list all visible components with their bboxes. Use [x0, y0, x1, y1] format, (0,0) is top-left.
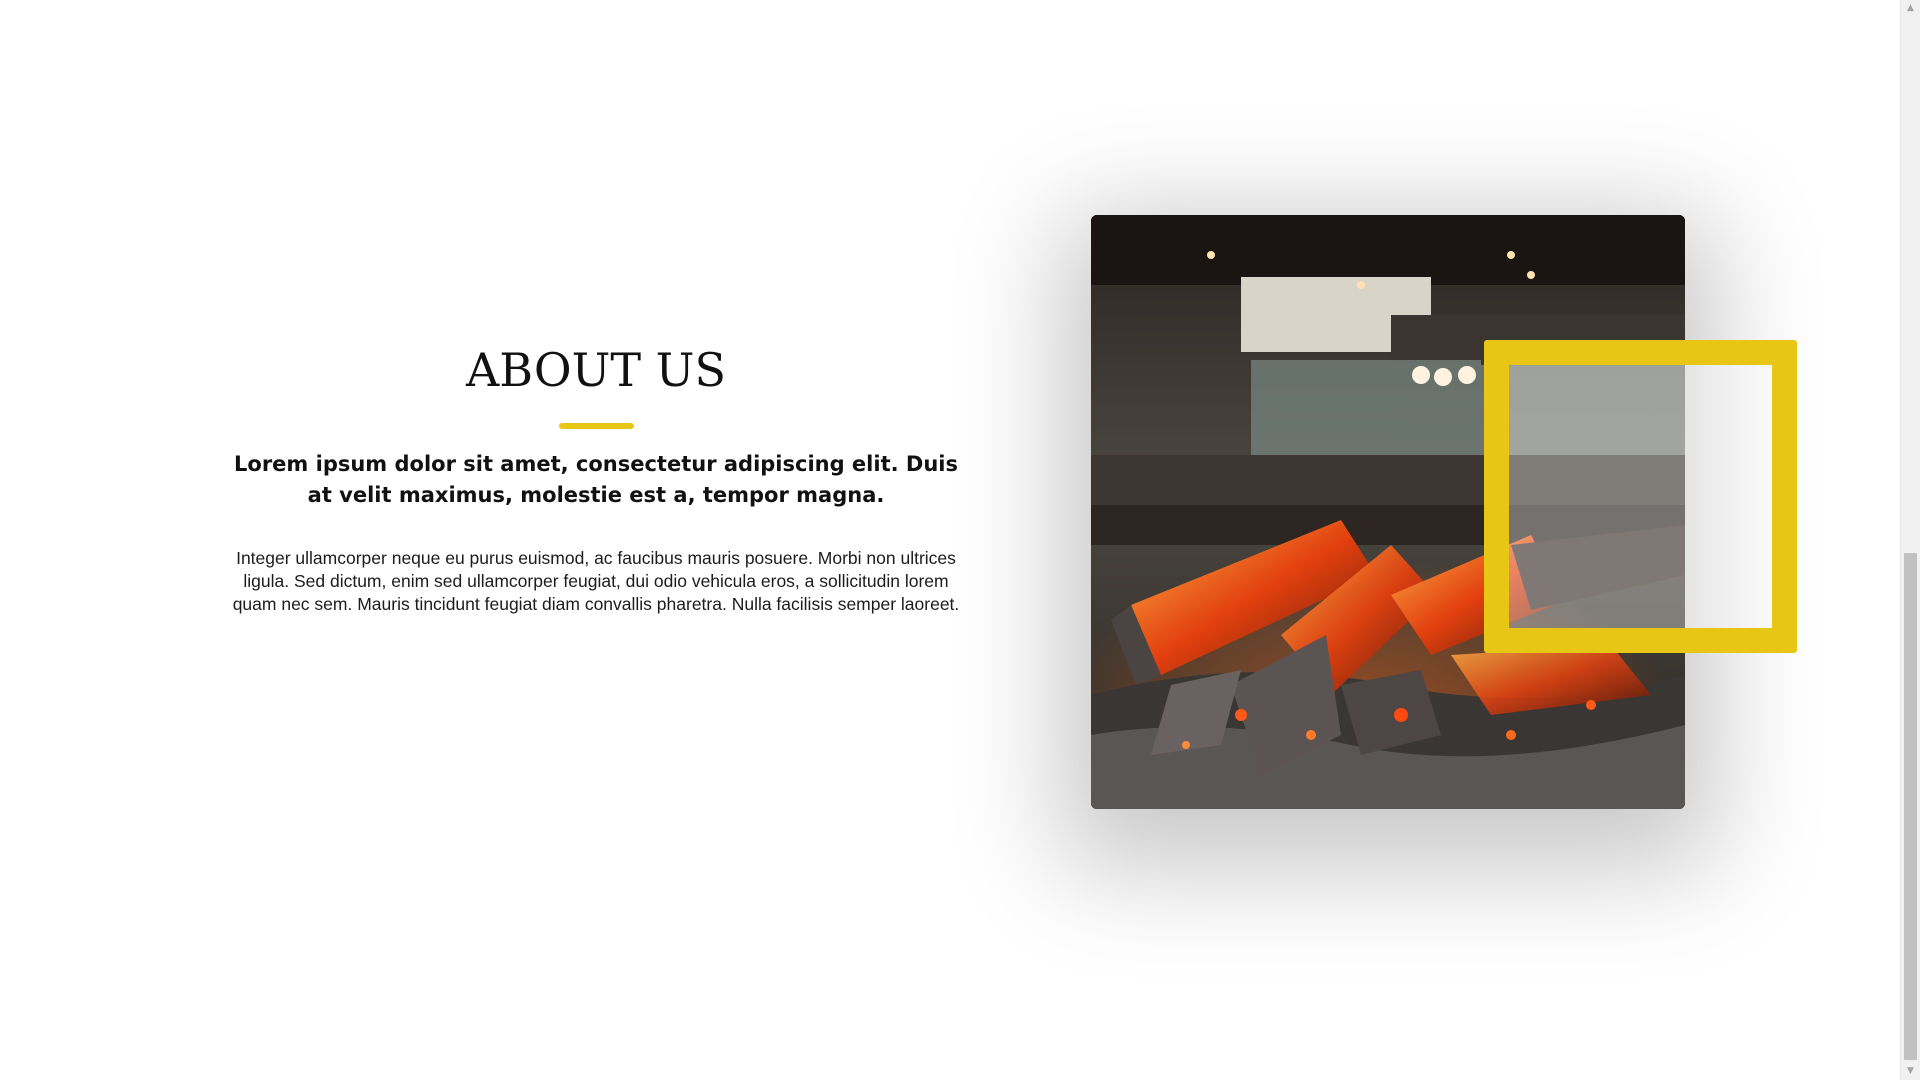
page: ABOUT US Lorem ipsum dolor sit amet, con…: [0, 0, 1920, 1080]
about-heading: ABOUT US: [466, 343, 726, 397]
scroll-up-icon[interactable]: ▲: [1901, 0, 1920, 17]
about-lead-text: Lorem ipsum dolor sit amet, consectetur …: [234, 452, 958, 507]
about-body-text: Integer ullamcorper neque eu purus euism…: [232, 548, 960, 614]
scroll-down-icon[interactable]: ▼: [1901, 1063, 1920, 1080]
decorative-yellow-frame: [1484, 340, 1797, 653]
about-section: ABOUT US Lorem ipsum dolor sit amet, con…: [225, 340, 967, 616]
heading-underline: [558, 423, 634, 429]
vertical-scrollbar[interactable]: ▲ ▼: [1900, 0, 1920, 1080]
scroll-thumb[interactable]: [1904, 553, 1917, 1060]
